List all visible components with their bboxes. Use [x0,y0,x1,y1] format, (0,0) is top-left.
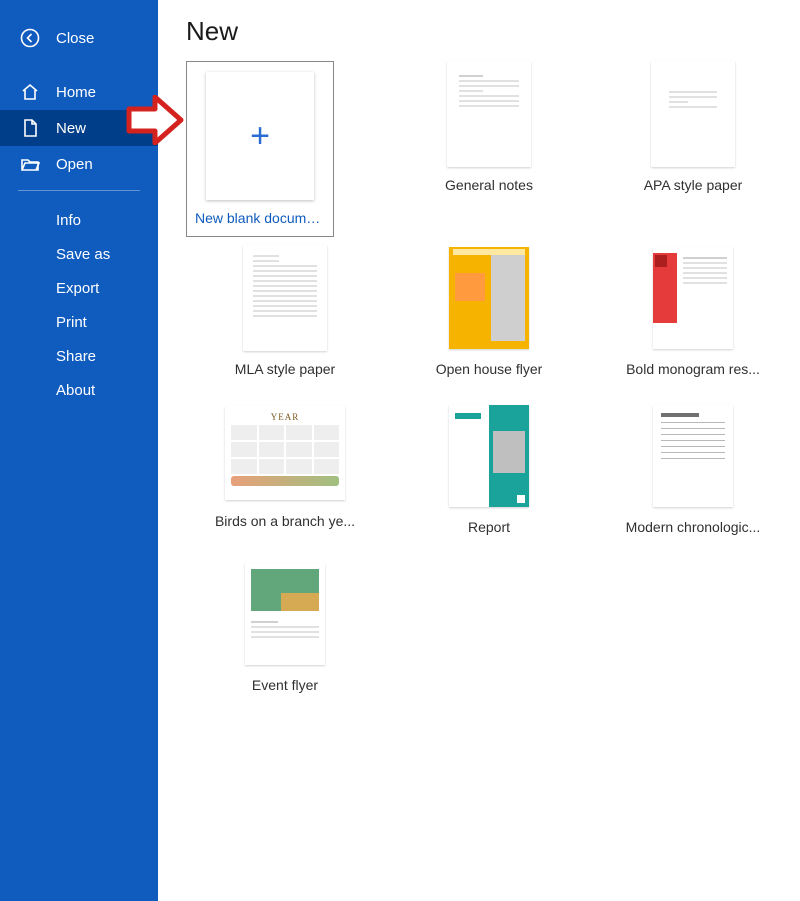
sidebar-item-label: Open [56,156,93,173]
sidebar-item-label: Home [56,84,96,101]
new-templates-panel: New + New blank document General notes A… [158,0,800,901]
template-blank-document[interactable]: + New blank document [186,61,334,237]
template-label: Event flyer [190,677,380,693]
template-label: Report [394,519,584,535]
template-label: General notes [394,177,584,193]
template-label: Bold monogram res... [598,361,788,377]
sidebar-sub-label: Share [56,348,96,365]
template-label: Birds on a branch ye... [190,513,380,529]
new-document-icon [20,118,40,138]
sidebar-sub-save-as[interactable]: Save as [0,237,158,271]
template-thumbnail [243,561,327,667]
folder-open-icon [20,154,40,174]
backstage-sidebar: Close Home New Open Info Save as Export … [0,0,158,901]
sidebar-sub-about[interactable]: About [0,373,158,407]
sidebar-sub-print[interactable]: Print [0,305,158,339]
sidebar-sub-label: Export [56,280,99,297]
sidebar-item-home[interactable]: Home [0,74,158,110]
sidebar-divider [18,190,140,191]
template-mla-paper[interactable]: MLA style paper [186,245,384,395]
sidebar-sub-label: About [56,382,95,399]
template-label: Open house flyer [394,361,584,377]
sidebar-sub-export[interactable]: Export [0,271,158,305]
template-grid: + New blank document General notes APA s… [186,61,794,711]
back-close-button[interactable]: Close [0,20,158,56]
template-label: New blank document [195,210,325,226]
template-bold-monogram-resume[interactable]: Bold monogram res... [594,245,792,395]
sidebar-item-open[interactable]: Open [0,146,158,182]
sidebar-sub-label: Print [56,314,87,331]
template-report[interactable]: Report [390,403,588,553]
template-label: MLA style paper [190,361,380,377]
home-icon [20,82,40,102]
plus-icon: + [250,119,270,153]
template-event-flyer[interactable]: Event flyer [186,561,384,711]
sidebar-sub-label: Save as [56,246,110,263]
template-general-notes[interactable]: General notes [390,61,588,237]
page-title: New [186,16,794,47]
template-thumbnail [651,403,735,509]
sidebar-sub-label: Info [56,212,81,229]
template-thumbnail [447,245,531,351]
template-open-house-flyer[interactable]: Open house flyer [390,245,588,395]
sidebar-sub-info[interactable]: Info [0,203,158,237]
sidebar-item-new[interactable]: New [0,110,158,146]
template-thumbnail [651,245,735,351]
template-thumbnail [243,245,327,351]
template-birds-calendar[interactable]: YEAR Birds on a branch ye... [186,403,384,553]
template-thumbnail: + [206,72,314,200]
calendar-year-label: YEAR [231,412,339,422]
back-arrow-icon [20,28,40,48]
template-label: APA style paper [598,177,788,193]
template-label: Modern chronologic... [598,519,788,535]
template-thumbnail [447,61,531,167]
template-thumbnail [447,403,531,509]
sidebar-sub-share[interactable]: Share [0,339,158,373]
close-label: Close [56,30,94,47]
template-thumbnail: YEAR [222,403,348,503]
sidebar-item-label: New [56,120,86,137]
template-apa-paper[interactable]: APA style paper [594,61,792,237]
template-thumbnail [651,61,735,167]
template-modern-chronological-resume[interactable]: Modern chronologic... [594,403,792,553]
